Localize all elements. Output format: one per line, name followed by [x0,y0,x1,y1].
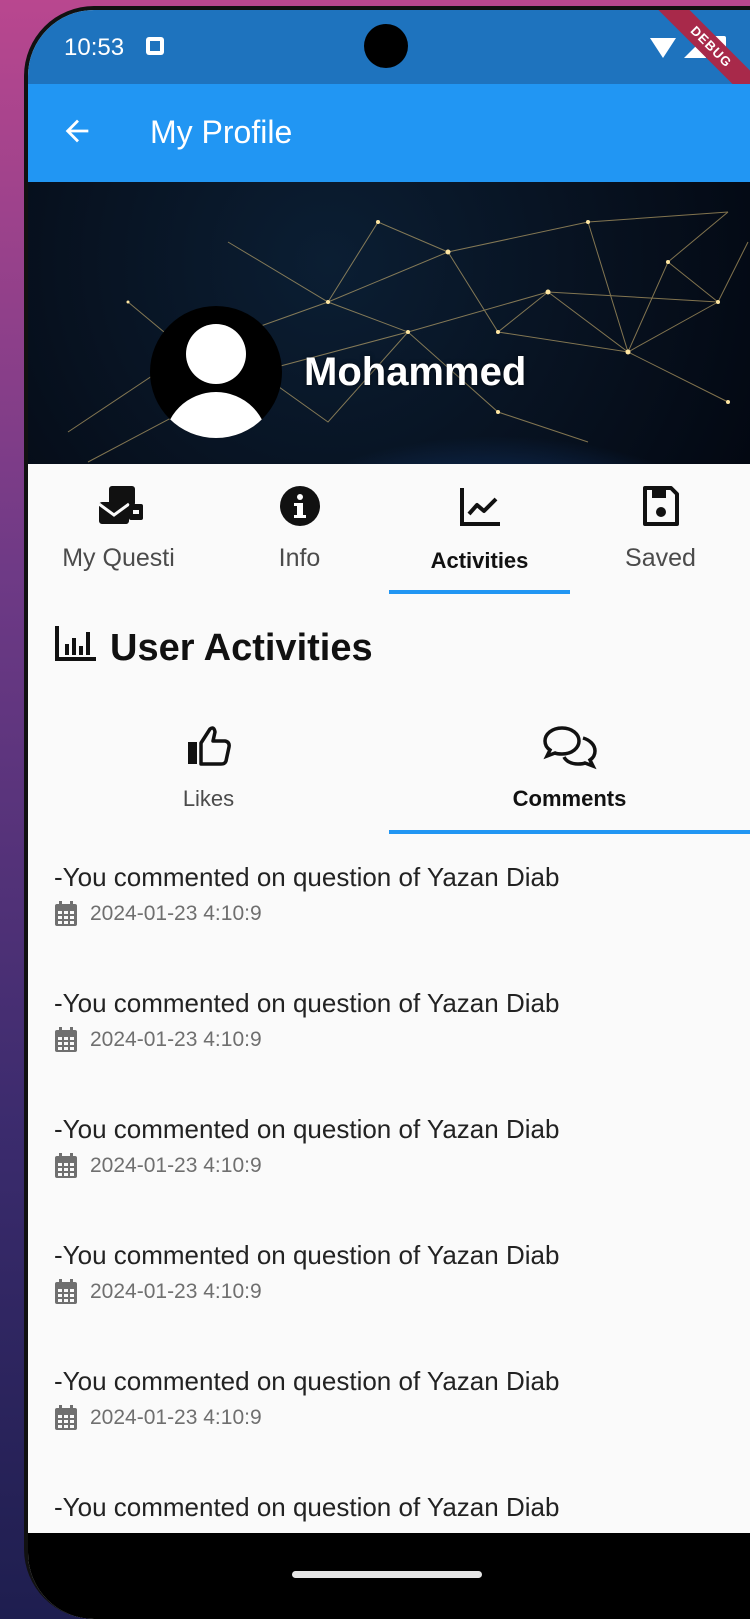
phone-frame: 10:53 DEBUG My Profile Mohammed My Quest… [24,6,750,1619]
list-item[interactable]: -You commented on question of Yazan Diab… [54,1366,750,1492]
home-indicator[interactable] [292,1571,482,1578]
envelope-stack-icon [28,484,209,528]
info-circle-icon [209,484,390,528]
tab-comments[interactable]: Comments [389,710,750,834]
date-text: 2024-01-23 4:10:9 [90,902,262,925]
activity-date: 2024-01-23 4:10:9 [54,1153,750,1179]
camera-cutout [364,24,408,68]
comments-icon [389,724,750,770]
tab-saved[interactable]: Saved [570,464,750,594]
status-time: 10:53 [64,34,125,61]
profile-name: Mohammed [304,350,527,394]
activity-text: -You commented on question of Yazan Diab [54,988,560,1018]
tab-my-questions[interactable]: My Questi [28,464,209,594]
floppy-disk-icon [570,484,750,528]
profile-header: Mohammed [28,182,750,464]
activity-list: -You commented on question of Yazan Diab… [54,862,750,1618]
date-text: 2024-01-23 4:10:9 [90,1280,262,1303]
avatar-head [186,324,246,384]
activity-text: -You commented on question of Yazan Diab [54,1492,560,1522]
page-title: My Profile [150,114,293,150]
list-item[interactable]: -You commented on question of Yazan Diab… [54,988,750,1114]
activity-date: 2024-01-23 4:10:9 [54,1405,750,1431]
tab-label: Info [278,544,321,572]
line-chart-icon [389,484,570,528]
arrow-left-icon[interactable] [60,114,94,154]
activity-date: 2024-01-23 4:10:9 [54,901,750,927]
system-navigation-bar [28,1533,750,1619]
wifi-icon [650,38,676,58]
thumbs-up-icon [28,724,389,768]
subtab-label: Comments [512,786,627,811]
activity-date: 2024-01-23 4:10:9 [54,1279,750,1305]
date-text: 2024-01-23 4:10:9 [90,1406,262,1429]
list-item[interactable]: -You commented on question of Yazan Diab… [54,1240,750,1366]
tab-likes[interactable]: Likes [28,710,389,834]
profile-tabs: My Questi Info Activities Saved [28,464,750,594]
list-item[interactable]: -You commented on question of Yazan Diab… [54,1114,750,1240]
tab-indicator [389,590,570,594]
avatar[interactable] [150,306,282,438]
activity-subtabs: Likes Comments [28,710,750,834]
notification-icon [146,37,164,55]
list-item[interactable]: -You commented on question of Yazan Diab… [54,862,750,988]
calendar-icon [55,1405,77,1430]
tab-activities[interactable]: Activities [389,464,570,594]
activity-text: -You commented on question of Yazan Diab [54,1366,560,1396]
activity-text: -You commented on question of Yazan Diab [54,862,560,892]
calendar-icon [55,1279,77,1304]
activity-text: -You commented on question of Yazan Diab [54,1114,560,1144]
calendar-icon [55,901,77,926]
section-title: User Activities [110,626,373,669]
avatar-body [164,392,268,438]
tab-info[interactable]: Info [209,464,390,594]
subtab-indicator [389,830,750,834]
app-screen: 10:53 DEBUG My Profile Mohammed My Quest… [28,10,750,1619]
status-bar: 10:53 DEBUG [28,10,750,115]
bar-chart-icon [54,624,98,672]
date-text: 2024-01-23 4:10:9 [90,1028,262,1051]
calendar-icon [55,1027,77,1052]
tab-label: My Questi [62,544,175,572]
tab-label: Saved [625,544,696,572]
tab-label: Activities [430,548,529,573]
section-header: User Activities [54,624,373,672]
app-bar: My Profile [28,84,750,182]
activity-text: -You commented on question of Yazan Diab [54,1240,560,1270]
network-globe-background [67,211,749,463]
activity-date: 2024-01-23 4:10:9 [54,1027,750,1053]
calendar-icon [55,1153,77,1178]
subtab-label: Likes [182,786,235,811]
date-text: 2024-01-23 4:10:9 [90,1154,262,1177]
